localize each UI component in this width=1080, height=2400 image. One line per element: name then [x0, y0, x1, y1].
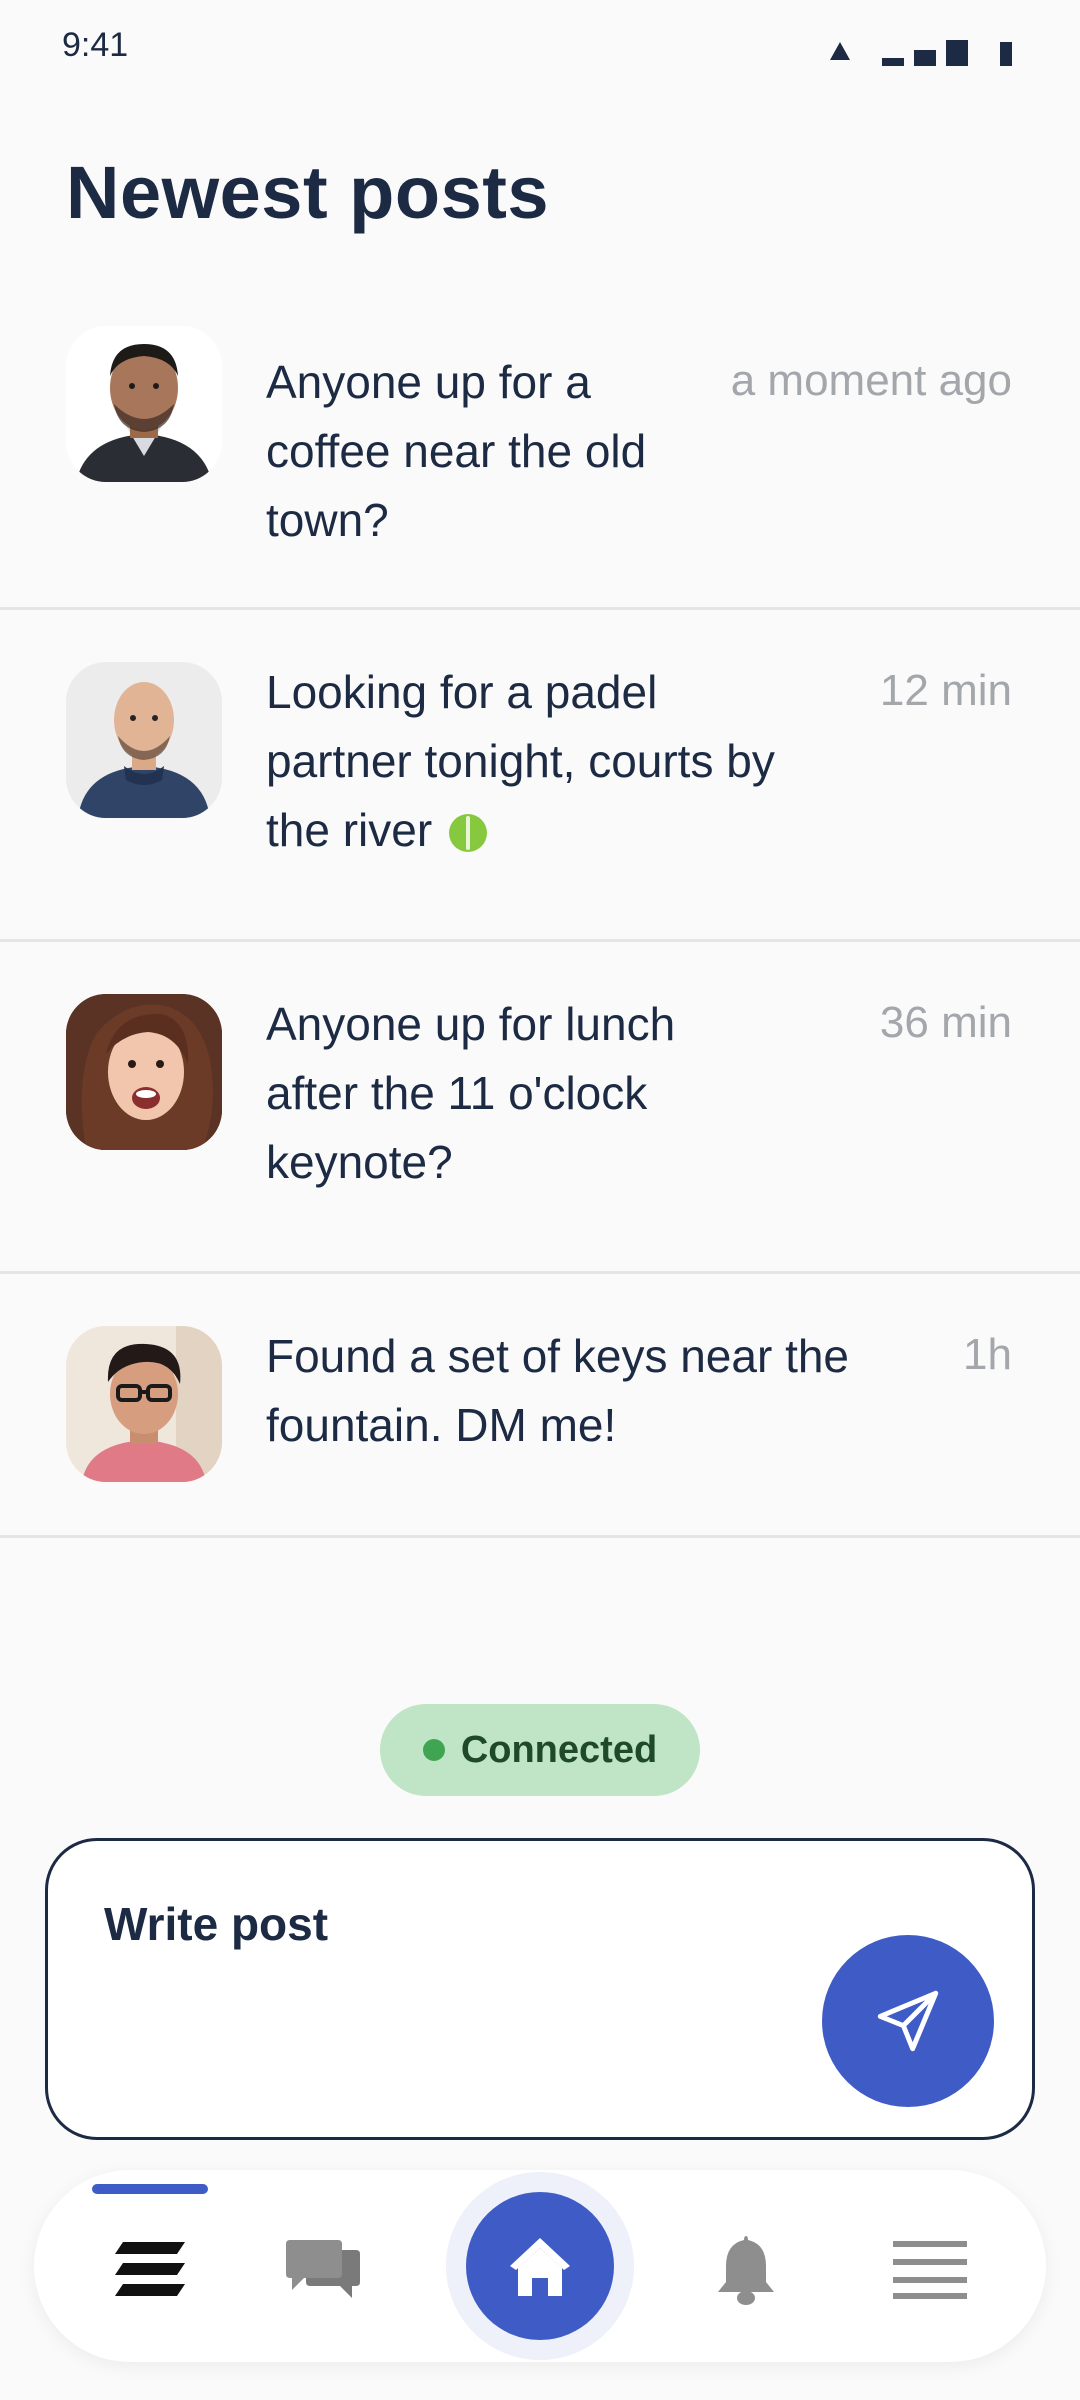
nav-chat[interactable]: [274, 2220, 374, 2320]
nav-menu[interactable]: [880, 2220, 980, 2320]
wifi-icon: [830, 42, 850, 60]
post-time: 12 min: [879, 666, 1012, 715]
signal-bar-icon: [882, 58, 904, 66]
post-item[interactable]: Looking for a padel partner tonight, cou…: [0, 610, 1080, 942]
avatar[interactable]: [66, 1326, 222, 1482]
bell-icon: [718, 2236, 774, 2305]
post-item[interactable]: Found a set of keys near the fountain. D…: [0, 1274, 1080, 1538]
nav-feed[interactable]: [100, 2220, 200, 2320]
connection-status-label: Connected: [460, 1728, 658, 1771]
nav-notifications[interactable]: [696, 2220, 796, 2320]
post-time: a moment ago: [730, 356, 1012, 405]
post-text: Anyone up for lunch after the 11 o'clock…: [266, 998, 676, 1188]
post-time: 36 min: [879, 998, 1012, 1047]
avatar[interactable]: [66, 326, 222, 482]
status-icons: [830, 34, 1012, 66]
feed-icon: [115, 2242, 185, 2296]
write-post-placeholder: Write post: [104, 1898, 329, 1950]
avatar[interactable]: [66, 662, 222, 818]
battery-icon: [1000, 42, 1012, 66]
post-time: 1h: [963, 1330, 1012, 1379]
avatar[interactable]: [66, 994, 222, 1150]
connection-status-badge: Connected: [380, 1704, 700, 1796]
post-text: Looking for a padel partner tonight, cou…: [266, 658, 806, 865]
status-bar: 9:41: [0, 0, 1080, 90]
home-button[interactable]: [466, 2192, 614, 2340]
active-tab-indicator: [92, 2184, 208, 2194]
status-dot-icon: [422, 1739, 445, 1761]
post-text: Found a set of keys near the fountain. D…: [266, 1330, 850, 1451]
status-time: 9:41: [62, 26, 129, 64]
menu-icon: [893, 2241, 967, 2299]
signal-bar-icon: [914, 50, 936, 66]
page-title: Newest posts: [66, 151, 550, 234]
tennis-ball-icon: [448, 814, 487, 852]
send-button[interactable]: [822, 1935, 994, 2107]
chat-icon: [286, 2240, 360, 2298]
post-text: Anyone up for a coffee near the old town…: [266, 356, 647, 546]
home-icon: [510, 2238, 570, 2296]
send-icon: [877, 1990, 939, 2052]
posts-list: Anyone up for a coffee near the old town…: [0, 300, 1080, 1538]
post-item[interactable]: Anyone up for lunch after the 11 o'clock…: [0, 942, 1080, 1274]
post-text-content: Looking for a padel partner tonight, cou…: [266, 666, 775, 856]
write-post-input[interactable]: Write post: [45, 1838, 1035, 2140]
signal-bar-icon: [946, 40, 968, 66]
post-item[interactable]: Anyone up for a coffee near the old town…: [0, 300, 1080, 610]
